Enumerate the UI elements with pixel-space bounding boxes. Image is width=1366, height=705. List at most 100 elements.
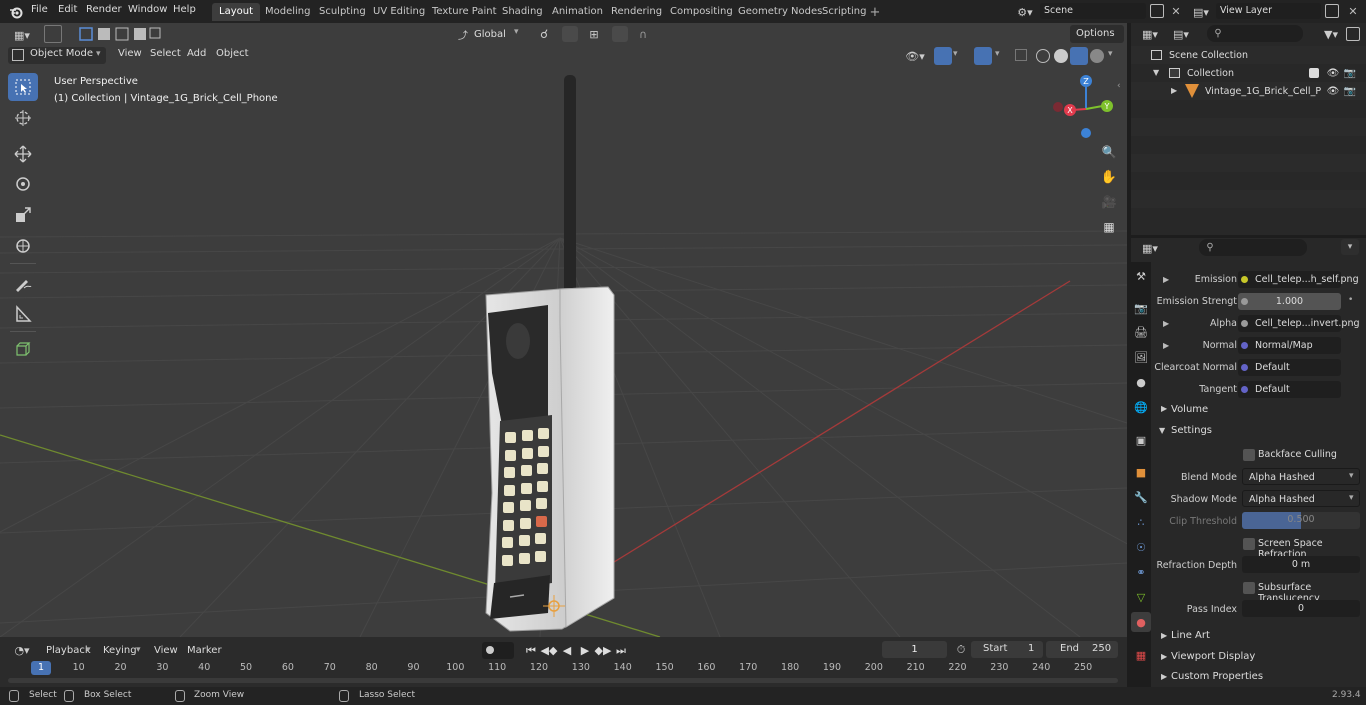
xray-toggle-icon[interactable]: [1015, 49, 1027, 61]
camera-view-icon[interactable]: 🎥: [1098, 191, 1120, 213]
visibility-icon[interactable]: 👁▾: [902, 47, 928, 65]
constraints-tab-icon[interactable]: ⚭: [1131, 562, 1151, 582]
navigation-gizmo[interactable]: Z Y X: [1050, 73, 1120, 143]
shading-rendered-icon[interactable]: [1090, 49, 1104, 63]
tool-add-cube-icon[interactable]: [8, 335, 38, 363]
pan-view-icon[interactable]: ✋: [1098, 166, 1120, 188]
shading-material-icon[interactable]: [1070, 47, 1088, 65]
data-tab-icon[interactable]: ▽: [1131, 587, 1151, 607]
falloff-icon[interactable]: ∩: [632, 26, 654, 42]
scene-name-field[interactable]: Scene: [1040, 3, 1146, 19]
play-icon[interactable]: ▶: [576, 642, 594, 659]
collapse-arrow-icon[interactable]: ▼: [1153, 68, 1159, 77]
next-keyframe-icon[interactable]: ◆▶: [594, 642, 612, 659]
shader-input-value[interactable]: Normal/Map: [1238, 337, 1341, 354]
modifier-tab-icon[interactable]: 🔧: [1131, 487, 1151, 507]
tab-layout[interactable]: Layout: [212, 3, 260, 21]
shading-chevron-icon[interactable]: ▾: [1108, 49, 1113, 59]
tab-rendering[interactable]: Rendering: [604, 3, 669, 21]
render-tab-icon[interactable]: 📷: [1131, 298, 1151, 318]
gizmo-chevron-icon[interactable]: ▾: [953, 49, 958, 59]
tab-sculpting[interactable]: Sculpting: [312, 3, 373, 21]
zoom-view-icon[interactable]: 🔍: [1098, 141, 1120, 163]
collection-checkbox[interactable]: [1309, 68, 1319, 78]
refraction-depth-field[interactable]: 0 m: [1242, 556, 1360, 573]
pass-index-field[interactable]: 0: [1242, 600, 1360, 617]
tool-move-icon[interactable]: [8, 140, 38, 168]
new-view-layer-icon[interactable]: [1325, 4, 1339, 18]
viewport-menu-add[interactable]: Add: [187, 48, 206, 59]
timeline-scrollbar[interactable]: [8, 678, 1118, 683]
overlay-chevron-icon[interactable]: ▾: [995, 49, 1000, 59]
jump-start-icon[interactable]: ⏮: [522, 642, 540, 659]
display-mode-icon[interactable]: ▤▾: [1169, 26, 1193, 42]
line-art-expand-icon[interactable]: ▶: [1161, 631, 1167, 640]
current-frame-field[interactable]: 1: [882, 641, 947, 658]
tab-texture-paint[interactable]: Texture Paint: [425, 3, 504, 21]
viewport-menu-view[interactable]: View: [118, 48, 142, 59]
volume-section[interactable]: Volume: [1171, 404, 1208, 415]
shader-input-value[interactable]: Cell_telep...h_self.png: [1238, 271, 1359, 288]
menu-help[interactable]: Help: [173, 4, 196, 15]
play-reverse-icon[interactable]: ◀: [558, 642, 576, 659]
gizmo-neg-z-axis[interactable]: [1081, 128, 1091, 138]
particles-tab-icon[interactable]: ∴: [1131, 512, 1151, 532]
tool-transform-icon[interactable]: [8, 232, 38, 260]
tool-tab-icon[interactable]: ⚒: [1131, 266, 1151, 286]
outliner-editor-icon[interactable]: ▦▾: [1137, 26, 1163, 42]
playhead[interactable]: 1: [31, 661, 51, 675]
shading-solid-icon[interactable]: [1054, 49, 1068, 63]
viewport-canvas[interactable]: [0, 23, 1127, 637]
outliner[interactable]: ▦▾ ▤▾ ⚲ ▼▾ Scene Collection ▼ Collection…: [1131, 23, 1366, 235]
timeline-editor-icon[interactable]: ◔▾: [8, 642, 36, 658]
scene-selector-icon[interactable]: ⚙▾: [1013, 4, 1037, 20]
view-layer-field[interactable]: View Layer: [1216, 3, 1321, 19]
material-tab-icon[interactable]: ●: [1131, 612, 1151, 632]
prev-keyframe-icon[interactable]: ◀◆: [540, 642, 558, 659]
shader-input-value[interactable]: Default: [1238, 381, 1341, 398]
tab-shading[interactable]: Shading: [495, 3, 550, 21]
outliner-row-scene-collection[interactable]: [1131, 46, 1366, 64]
backface-culling-checkbox[interactable]: [1243, 449, 1255, 461]
filter-icon[interactable]: ▼▾: [1319, 26, 1343, 42]
add-workspace-icon[interactable]: +: [868, 5, 882, 20]
new-scene-icon[interactable]: [1150, 4, 1164, 18]
blend-mode-dropdown[interactable]: Alpha Hashed: [1242, 468, 1360, 485]
line-art-section[interactable]: Line Art: [1171, 630, 1210, 641]
volume-expand-icon[interactable]: ▶: [1161, 404, 1167, 413]
custom-properties-section[interactable]: Custom Properties: [1171, 671, 1263, 682]
options-dropdown[interactable]: Options: [1070, 25, 1124, 43]
select-mode-icon[interactable]: [44, 25, 62, 43]
shadow-mode-dropdown[interactable]: Alpha Hashed: [1242, 490, 1360, 507]
tool-select-box[interactable]: [8, 73, 38, 101]
timeline[interactable]: ◔▾ Playback ▾ Keying ▾ View Marker ⏮ ◀◆ …: [0, 637, 1127, 687]
ortho-toggle-icon[interactable]: ▦: [1098, 216, 1120, 238]
physics-tab-icon[interactable]: ☉: [1131, 537, 1151, 557]
timeline-view-menu[interactable]: View: [154, 642, 178, 659]
texture-tab-icon[interactable]: ▦: [1131, 645, 1151, 665]
editor-type-icon[interactable]: ▦▾: [8, 27, 36, 43]
snap-toggle-icon[interactable]: [562, 26, 578, 42]
keyframe-dot-icon[interactable]: •: [1348, 295, 1353, 305]
menu-file[interactable]: File: [31, 4, 48, 15]
shader-input-value[interactable]: Cell_telep...invert.png: [1238, 315, 1360, 332]
tab-uv-editing[interactable]: UV Editing: [366, 3, 432, 21]
view-layer-icon[interactable]: ▤▾: [1189, 4, 1213, 20]
camera-icon[interactable]: 📷: [1343, 66, 1357, 80]
tab-compositing[interactable]: Compositing: [663, 3, 740, 21]
eye-icon[interactable]: 👁: [1326, 66, 1340, 80]
properties-editor[interactable]: ▦▾ ⚲ ▾ ▶ Emission Cell_telep...h_self.png E…: [1131, 238, 1366, 687]
view-layer-tab-icon[interactable]: 🖼: [1131, 347, 1151, 367]
shading-wireframe-icon[interactable]: [1036, 49, 1050, 63]
ssr-checkbox[interactable]: [1243, 538, 1255, 550]
jump-end-icon[interactable]: ⏭: [612, 642, 630, 659]
timeline-marker-menu[interactable]: Marker: [187, 642, 222, 659]
proportional-edit-icon[interactable]: [612, 26, 628, 42]
subsurface-checkbox[interactable]: [1243, 582, 1255, 594]
menu-window[interactable]: Window: [128, 4, 167, 15]
scene-tab-icon[interactable]: ●: [1131, 372, 1151, 392]
collection-tab-icon[interactable]: ▣: [1131, 430, 1151, 450]
new-collection-icon[interactable]: [1346, 27, 1360, 41]
tool-annotate-icon[interactable]: [8, 269, 38, 297]
custom-properties-expand-icon[interactable]: ▶: [1161, 672, 1167, 681]
